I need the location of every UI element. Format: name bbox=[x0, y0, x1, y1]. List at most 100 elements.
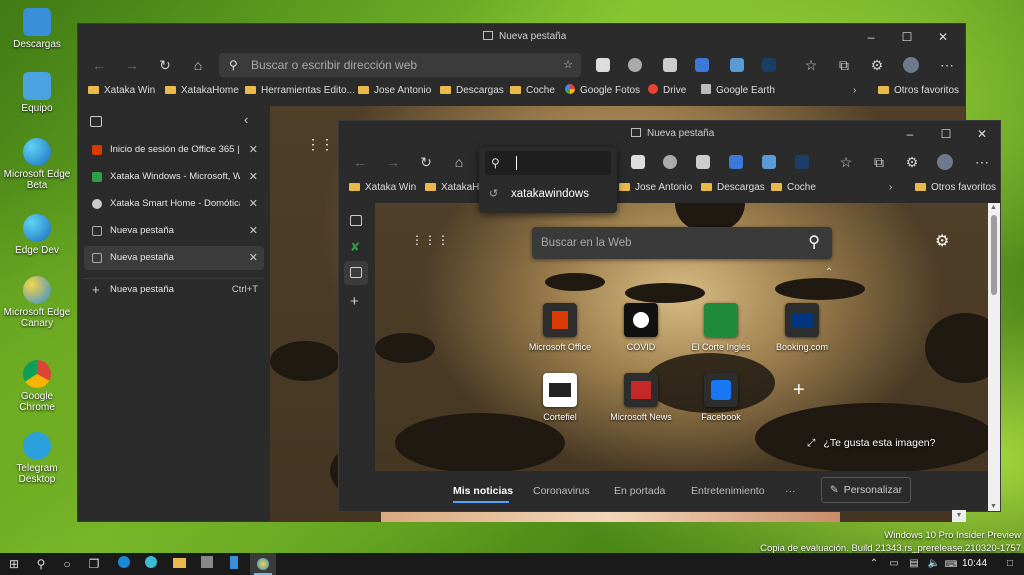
desktop-icon-edge-beta[interactable]: Microsoft Edge Beta bbox=[2, 138, 72, 191]
vertical-tab-active[interactable]: Nueva pestaña ✕ bbox=[84, 246, 264, 270]
quick-link-tile[interactable]: Cortefiel bbox=[520, 373, 600, 422]
profile-avatar[interactable] bbox=[903, 57, 919, 73]
tab-actions-icon[interactable] bbox=[350, 215, 362, 226]
edge-beta-icon[interactable] bbox=[143, 556, 159, 572]
news-more-button[interactable]: ··· bbox=[785, 471, 796, 511]
home-button[interactable]: ⌂ bbox=[448, 151, 470, 173]
favorite-item[interactable]: Coche bbox=[771, 177, 816, 199]
suggestion-item[interactable]: ↺ xatakawindows bbox=[485, 181, 611, 207]
favorite-item[interactable]: Coche bbox=[510, 80, 555, 102]
address-bar[interactable]: ⚲ Buscar o escribir dirección web ☆ bbox=[219, 53, 581, 77]
scroll-down-arrow-icon[interactable]: ▼ bbox=[990, 503, 997, 510]
favorite-item[interactable]: Jose Antonio bbox=[619, 177, 692, 199]
favorite-item[interactable]: XatakaHome bbox=[165, 80, 239, 102]
extension-icon[interactable] bbox=[628, 58, 642, 72]
favorite-item[interactable]: Xataka Win bbox=[349, 177, 416, 199]
minimize-button[interactable]: – bbox=[853, 24, 889, 50]
desktop-icon-equipo[interactable]: Equipo bbox=[2, 72, 72, 114]
add-quick-link-plus-icon[interactable]: + bbox=[793, 379, 805, 402]
close-button[interactable]: ✕ bbox=[964, 121, 1000, 147]
active-edge-canary-taskbar-button[interactable] bbox=[250, 553, 276, 575]
image-like-link[interactable]: ⤢ ¿Te gusta esta imagen? bbox=[807, 437, 935, 450]
news-tab-coronavirus[interactable]: Coronavirus bbox=[533, 471, 590, 511]
refresh-button[interactable]: ↻ bbox=[415, 151, 437, 173]
quick-link-tile[interactable]: El Corte Inglés bbox=[681, 303, 761, 352]
extension-icon[interactable] bbox=[663, 155, 677, 169]
battery-icon[interactable]: ▭ bbox=[886, 556, 902, 572]
network-icon[interactable]: ▤ bbox=[906, 556, 922, 572]
keyboard-icon[interactable]: ⌨ bbox=[943, 556, 959, 572]
quick-link-tile[interactable]: Microsoft News bbox=[601, 373, 681, 422]
minimize-button[interactable]: – bbox=[892, 121, 928, 147]
quick-link-tile[interactable]: Booking.com bbox=[762, 303, 842, 352]
collapse-panel-chevron-icon[interactable]: ‹ bbox=[244, 112, 248, 127]
desktop-icon-edge-canary[interactable]: Microsoft Edge Canary bbox=[2, 276, 72, 329]
file-explorer-icon[interactable] bbox=[171, 556, 187, 572]
favorite-item[interactable]: Jose Antonio bbox=[358, 80, 431, 102]
store-icon[interactable] bbox=[199, 556, 215, 572]
office-extension-icon[interactable] bbox=[596, 58, 610, 72]
desktop-icon-edge-dev[interactable]: Edge Dev bbox=[2, 214, 72, 256]
address-input[interactable]: ⚲ bbox=[485, 151, 611, 175]
quick-link-tile[interactable]: Microsoft Office bbox=[520, 303, 600, 352]
notifications-icon[interactable]: □ bbox=[1002, 556, 1018, 572]
translate-extension-icon[interactable] bbox=[695, 58, 709, 72]
extension-icon[interactable] bbox=[762, 155, 776, 169]
tab-favicon-icon[interactable]: ✘ bbox=[350, 241, 362, 253]
profile-avatar[interactable] bbox=[937, 154, 953, 170]
maximize-button[interactable]: ☐ bbox=[928, 121, 964, 147]
new-tab-button[interactable]: + Nueva pestaña Ctrl+T bbox=[84, 278, 264, 302]
news-tab-mis-noticias[interactable]: Mis noticias bbox=[453, 471, 513, 511]
back-button[interactable]: ← bbox=[349, 151, 371, 173]
tab-actions-icon[interactable] bbox=[90, 116, 102, 127]
more-menu-button[interactable]: ⋯ bbox=[936, 54, 958, 76]
settings-gear-icon[interactable]: ⚙ bbox=[935, 231, 949, 251]
translate-extension-icon[interactable] bbox=[729, 155, 743, 169]
close-tab-icon[interactable]: ✕ bbox=[249, 165, 258, 189]
scrollbar-thumb[interactable] bbox=[991, 215, 997, 295]
extensions-button[interactable]: ⚙ bbox=[901, 151, 923, 173]
forward-button[interactable]: → bbox=[382, 151, 404, 173]
home-button[interactable]: ⌂ bbox=[187, 54, 209, 76]
close-tab-icon[interactable]: ✕ bbox=[249, 192, 258, 216]
close-button[interactable]: ✕ bbox=[925, 24, 961, 50]
apps-grid-icon[interactable]: ⋮⋮⋮ bbox=[411, 233, 450, 247]
chevron-up-icon[interactable]: ⌃ bbox=[825, 267, 833, 278]
edge-icon[interactable] bbox=[116, 556, 132, 572]
back-button[interactable]: ← bbox=[88, 54, 110, 76]
vertical-tab[interactable]: Inicio de sesión de Office 365 | M ✕ bbox=[84, 138, 264, 162]
search-icon[interactable]: ⚲ bbox=[33, 556, 49, 572]
vertical-tab[interactable]: Nueva pestaña ✕ bbox=[84, 219, 264, 243]
close-tab-icon[interactable]: ✕ bbox=[249, 138, 258, 162]
favorite-item[interactable]: Xataka Win bbox=[88, 80, 155, 102]
news-tab-en-portada[interactable]: En portada bbox=[614, 471, 665, 511]
collections-button[interactable]: ⧉ bbox=[833, 54, 855, 76]
office-extension-icon[interactable] bbox=[631, 155, 645, 169]
extensions-button[interactable]: ⚙ bbox=[866, 54, 888, 76]
other-favorites[interactable]: Otros favoritos bbox=[878, 80, 959, 102]
favorites-button[interactable]: ☆ bbox=[835, 151, 857, 173]
forward-button[interactable]: → bbox=[121, 54, 143, 76]
favorite-item[interactable]: Herramientas Edito... bbox=[245, 80, 355, 102]
app-icon[interactable] bbox=[226, 556, 242, 572]
quick-link-tile[interactable]: COVID bbox=[601, 303, 681, 352]
maximize-button[interactable]: ☐ bbox=[889, 24, 925, 50]
task-view-icon[interactable]: ❐ bbox=[86, 556, 102, 572]
clock[interactable]: 10:44 bbox=[962, 553, 987, 575]
desktop-icon-descargas[interactable]: Descargas bbox=[2, 8, 72, 50]
desktop-icon-telegram[interactable]: Telegram Desktop bbox=[2, 432, 72, 485]
favorite-item[interactable]: Descargas bbox=[701, 177, 765, 199]
favorite-item[interactable]: Drive bbox=[648, 80, 686, 102]
favorites-overflow-chevron-icon[interactable]: › bbox=[889, 177, 892, 199]
show-hidden-icons-chevron-icon[interactable]: ⌃ bbox=[866, 556, 882, 572]
new-tab-plus-icon[interactable]: + bbox=[350, 293, 359, 310]
quick-link-tile[interactable]: Facebook bbox=[681, 373, 761, 422]
volume-icon[interactable]: 🔈 bbox=[926, 556, 942, 572]
favorite-item[interactable]: Google Earth bbox=[701, 80, 775, 102]
extension-icon[interactable] bbox=[762, 58, 776, 72]
vertical-tab[interactable]: Xataka Smart Home - Domótica, ✕ bbox=[84, 192, 264, 216]
personalize-button[interactable]: ✎ Personalizar bbox=[821, 477, 911, 503]
search-icon[interactable]: ⚲ bbox=[808, 227, 820, 259]
page-scrollbar[interactable]: ▲ ▼ bbox=[988, 203, 1000, 511]
scroll-up-arrow-icon[interactable]: ▲ bbox=[990, 204, 997, 211]
